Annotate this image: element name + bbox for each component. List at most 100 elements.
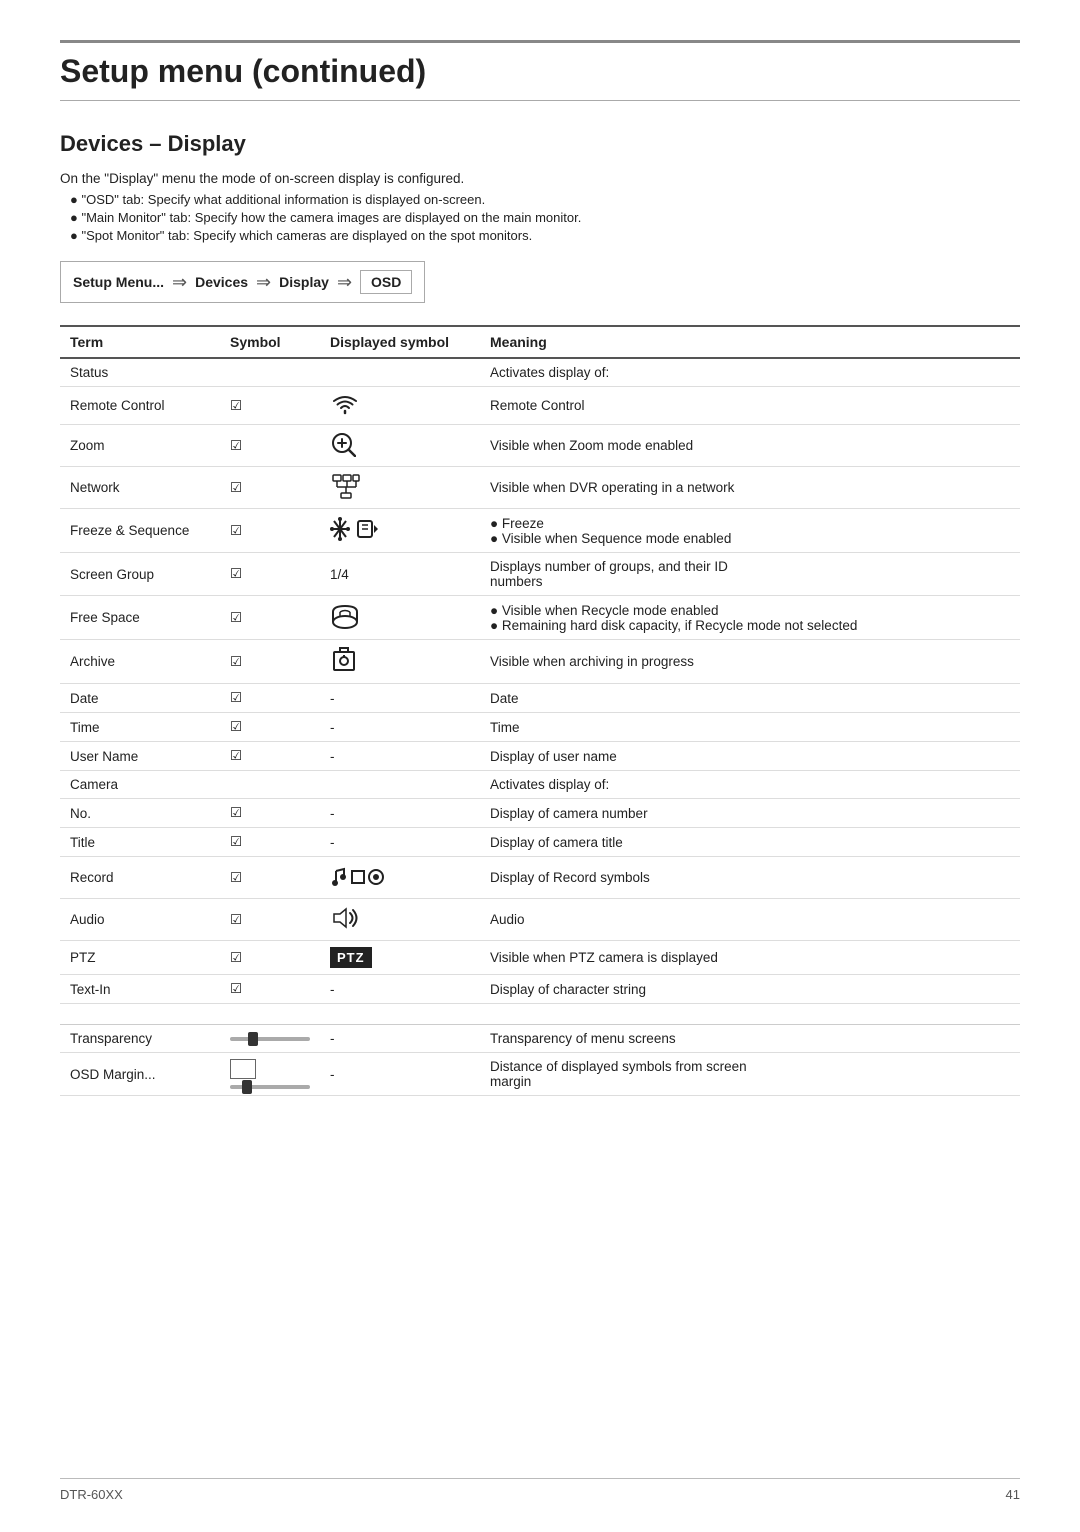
displayed-free-space <box>320 596 480 640</box>
col-header-meaning: Meaning <box>480 326 1020 358</box>
symbol-camera <box>220 771 320 799</box>
displayed-textin: - <box>320 975 480 1004</box>
term-time: Time <box>60 713 220 742</box>
meaning-screen-group: Displays number of groups, and their IDn… <box>480 553 1020 596</box>
displayed-screen-group: 1/4 <box>320 553 480 596</box>
breadcrumb-setup-menu[interactable]: Setup Menu... <box>73 274 164 290</box>
footer-page-number: 41 <box>1006 1487 1020 1502</box>
table-row: Time ☑ - Time <box>60 713 1020 742</box>
displayed-camera <box>320 771 480 799</box>
term-zoom: Zoom <box>60 425 220 467</box>
record-icon <box>330 863 385 889</box>
displayed-ptz: PTZ <box>320 941 480 975</box>
breadcrumb: Setup Menu... ⇒ Devices ⇒ Display ⇒ OSD <box>60 261 425 303</box>
symbol-textin: ☑ <box>220 975 320 1004</box>
meaning-zoom: Visible when Zoom mode enabled <box>480 425 1020 467</box>
slider-track-2 <box>230 1085 310 1089</box>
meaning-textin: Display of character string <box>480 975 1020 1004</box>
term-archive: Archive <box>60 640 220 684</box>
displayed-osd-margin: - <box>320 1053 480 1096</box>
breadcrumb-devices[interactable]: Devices <box>195 274 248 290</box>
displayed-freeze <box>320 509 480 553</box>
term-freeze: Freeze & Sequence <box>60 509 220 553</box>
term-status: Status <box>60 358 220 387</box>
slider-thumb-2 <box>242 1080 252 1094</box>
transparency-slider <box>230 1037 310 1041</box>
table-row: Title ☑ - Display of camera title <box>60 828 1020 857</box>
term-record: Record <box>60 857 220 899</box>
meaning-date: Date <box>480 684 1020 713</box>
displayed-network <box>320 467 480 509</box>
archive-icon <box>330 646 358 674</box>
freespace-icon <box>330 602 360 630</box>
bullet-list: "OSD" tab: Specify what additional infor… <box>70 192 1020 243</box>
meaning-ptz: Visible when PTZ camera is displayed <box>480 941 1020 975</box>
displayed-username: - <box>320 742 480 771</box>
symbol-transparency <box>220 1025 320 1053</box>
displayed-date: - <box>320 684 480 713</box>
symbol-time: ☑ <box>220 713 320 742</box>
table-row: Transparency - Transparency of menu scre… <box>60 1025 1020 1053</box>
page-footer: DTR-60XX 41 <box>60 1478 1020 1502</box>
symbol-status <box>220 358 320 387</box>
table-row: Status Activates display of: <box>60 358 1020 387</box>
section-title: Devices – Display <box>60 131 1020 157</box>
zoom-icon <box>330 431 356 457</box>
table-row: PTZ ☑ PTZ Visible when PTZ camera is dis… <box>60 941 1020 975</box>
table-row: Screen Group ☑ 1/4 Displays number of gr… <box>60 553 1020 596</box>
symbol-network: ☑ <box>220 467 320 509</box>
term-ptz: PTZ <box>60 941 220 975</box>
displayed-status <box>320 358 480 387</box>
footer-model: DTR-60XX <box>60 1487 123 1502</box>
meaning-time: Time <box>480 713 1020 742</box>
osd-margin-slider <box>230 1085 310 1089</box>
symbol-remote: ☑ <box>220 387 320 425</box>
ptz-badge: PTZ <box>330 947 372 968</box>
free-space-meaning-2: Remaining hard disk capacity, if Recycle… <box>490 618 1010 633</box>
breadcrumb-osd: OSD <box>360 270 412 294</box>
meaning-archive: Visible when archiving in progress <box>480 640 1020 684</box>
table-row: Audio ☑ Audio <box>60 899 1020 941</box>
displayed-record <box>320 857 480 899</box>
symbol-title: ☑ <box>220 828 320 857</box>
term-transparency: Transparency <box>60 1025 220 1053</box>
symbol-record: ☑ <box>220 857 320 899</box>
meaning-title: Display of camera title <box>480 828 1020 857</box>
meaning-free-space: Visible when Recycle mode enabled Remain… <box>480 596 1020 640</box>
bullet-item-1: "OSD" tab: Specify what additional infor… <box>70 192 1020 207</box>
slider-track <box>230 1037 310 1041</box>
main-table: Term Symbol Displayed symbol Meaning Sta… <box>60 325 1020 1096</box>
col-header-symbol: Symbol <box>220 326 320 358</box>
meaning-network: Visible when DVR operating in a network <box>480 467 1020 509</box>
displayed-zoom <box>320 425 480 467</box>
meaning-username: Display of user name <box>480 742 1020 771</box>
table-row: OSD Margin... - Distance of displayed sy… <box>60 1053 1020 1096</box>
displayed-title: - <box>320 828 480 857</box>
symbol-zoom: ☑ <box>220 425 320 467</box>
displayed-remote <box>320 387 480 425</box>
meaning-camera: Activates display of: <box>480 771 1020 799</box>
term-screen-group: Screen Group <box>60 553 220 596</box>
term-osd-margin: OSD Margin... <box>60 1053 220 1096</box>
slider-thumb <box>248 1032 258 1046</box>
term-audio: Audio <box>60 899 220 941</box>
symbol-osd-margin <box>220 1053 320 1096</box>
breadcrumb-display[interactable]: Display <box>279 274 329 290</box>
meaning-audio: Audio <box>480 899 1020 941</box>
table-row: Camera Activates display of: <box>60 771 1020 799</box>
term-no: No. <box>60 799 220 828</box>
table-row: Free Space ☑ Visible when Recycle mode e… <box>60 596 1020 640</box>
meaning-no: Display of camera number <box>480 799 1020 828</box>
col-header-term: Term <box>60 326 220 358</box>
term-date: Date <box>60 684 220 713</box>
term-remote: Remote Control <box>60 387 220 425</box>
symbol-username: ☑ <box>220 742 320 771</box>
spacer-row <box>60 1004 1020 1025</box>
table-row: Network ☑ Visible when DVR operating in … <box>60 467 1020 509</box>
displayed-no: - <box>320 799 480 828</box>
displayed-time: - <box>320 713 480 742</box>
symbol-date: ☑ <box>220 684 320 713</box>
table-row: No. ☑ - Display of camera number <box>60 799 1020 828</box>
displayed-archive <box>320 640 480 684</box>
free-space-meaning-1: Visible when Recycle mode enabled <box>490 603 1010 618</box>
